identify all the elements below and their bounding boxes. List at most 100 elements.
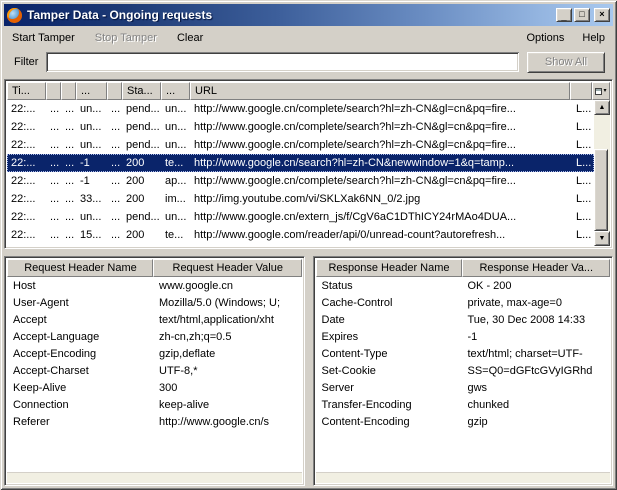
table-row[interactable]: 22:......... un...... pend... un... http://w…	[7, 208, 594, 226]
cell-content-type: un...	[165, 139, 187, 151]
cell-url: http://www.google.cn/complete/search?hl=…	[194, 175, 516, 187]
header-name: Content-Encoding	[321, 415, 410, 428]
column-header-request-value[interactable]: Request Header Value	[153, 259, 302, 277]
request-headers-panel: Request Header Name Request Header Value…	[4, 256, 305, 486]
column-picker-icon	[595, 87, 603, 95]
list-item[interactable]: Transfer-Encoding chunked	[316, 396, 611, 413]
scrollbar-track[interactable]	[594, 115, 610, 231]
menu-start-tamper[interactable]: Start Tamper	[12, 32, 75, 44]
column-header-load-flags[interactable]	[570, 82, 592, 100]
title-bar[interactable]: Tamper Data - Ongoing requests _ □ ×	[4, 4, 613, 26]
cell-total-duration: ...	[65, 193, 75, 205]
filter-label: Filter	[14, 56, 39, 68]
table-row-selected[interactable]: 22:......... -1... 200 te... http://www.goog…	[7, 154, 594, 172]
request-headers-header: Request Header Name Request Header Value	[7, 259, 302, 277]
header-name: Date	[321, 313, 345, 326]
cell-status: 200	[126, 229, 145, 241]
table-row[interactable]: 22:......... 33...... 200 im... http://img.y…	[7, 190, 594, 208]
horizontal-scrollbar[interactable]	[7, 472, 302, 483]
filter-input[interactable]	[46, 52, 519, 72]
cell-status: pend...	[126, 103, 160, 115]
cell-total-duration: ...	[65, 157, 75, 169]
menu-stop-tamper: Stop Tamper	[94, 31, 157, 44]
cell-time: 22:...	[11, 175, 36, 187]
column-header-content-type[interactable]: ...	[161, 82, 190, 100]
list-item[interactable]: Host www.google.cn	[7, 277, 302, 294]
column-header-duration[interactable]	[46, 82, 61, 100]
list-item[interactable]: Content-Encoding gzip	[316, 413, 611, 430]
list-item[interactable]: Content-Type text/html; charset=UTF-	[316, 345, 611, 362]
column-header-total-duration[interactable]	[61, 82, 76, 100]
list-item[interactable]: Set-Cookie SS=Q0=dGFtcGVyIGRhd	[316, 362, 611, 379]
cell-load-flags: L...	[576, 157, 592, 169]
header-value: gws	[467, 381, 488, 394]
list-item[interactable]: Accept-Encoding gzip,deflate	[7, 345, 302, 362]
table-row[interactable]: 22:......... un...... pend... un... http://w…	[7, 100, 594, 118]
maximize-icon: □	[579, 9, 585, 20]
header-value: keep-alive	[159, 398, 210, 411]
cell-method: ...	[111, 229, 121, 241]
response-headers-header: Response Header Name Response Header Va.…	[315, 259, 610, 277]
cell-load-flags: L...	[576, 121, 592, 133]
list-item[interactable]: Connection keep-alive	[7, 396, 302, 413]
list-item[interactable]: Keep-Alive 300	[7, 379, 302, 396]
column-header-size[interactable]: ...	[76, 82, 107, 100]
header-name: Cache-Control	[321, 296, 393, 309]
list-item[interactable]: Accept-Charset UTF-8,*	[7, 362, 302, 379]
list-item[interactable]: Referer http://www.google.cn/s	[7, 413, 302, 430]
cell-size: un...	[80, 103, 102, 115]
close-button[interactable]: ×	[594, 8, 610, 22]
list-item[interactable]: Date Tue, 30 Dec 2008 14:33	[316, 311, 611, 328]
arrow-up-icon: ▲	[598, 104, 606, 111]
list-item[interactable]: Server gws	[316, 379, 611, 396]
list-item[interactable]: Status OK - 200	[316, 277, 611, 294]
cell-duration: ...	[50, 229, 60, 241]
scrollbar-thumb[interactable]	[594, 149, 608, 231]
cell-status: 200	[126, 175, 145, 187]
column-header-time[interactable]: Ti...	[7, 82, 46, 100]
table-row[interactable]: 22:......... un...... pend... un... http://w…	[7, 118, 594, 136]
scroll-down-button[interactable]: ▼	[594, 231, 610, 246]
cell-size: 33...	[80, 193, 102, 205]
cell-status: pend...	[126, 121, 160, 133]
cell-total-duration: ...	[65, 139, 75, 151]
maximize-button[interactable]: □	[574, 8, 590, 22]
column-picker-button[interactable]: ▾	[592, 82, 610, 100]
list-item[interactable]: Accept-Language zh-cn,zh;q=0.5	[7, 328, 302, 345]
cell-duration: ...	[50, 211, 60, 223]
column-header-status[interactable]: Sta...	[122, 82, 161, 100]
header-name: Connection	[13, 398, 69, 411]
vertical-scrollbar[interactable]: ▲ ▼	[594, 100, 610, 246]
column-header-method[interactable]	[107, 82, 122, 100]
table-row[interactable]: 22:......... un...... pend... un... http://w…	[7, 136, 594, 154]
list-item[interactable]: Cache-Control private, max-age=0	[316, 294, 611, 311]
scroll-up-button[interactable]: ▲	[594, 100, 610, 115]
table-row[interactable]: 22:......... -1... 200 ap... http://www.goog…	[7, 172, 594, 190]
minimize-icon: _	[561, 12, 567, 23]
arrow-down-icon: ▼	[598, 235, 606, 242]
header-value: text/html,application/xht	[159, 313, 274, 326]
header-name: Server	[321, 381, 354, 394]
column-header-request-name[interactable]: Request Header Name	[7, 259, 153, 277]
tamper-data-window: Tamper Data - Ongoing requests _ □ × Sta…	[0, 0, 617, 490]
menu-clear[interactable]: Clear	[177, 32, 203, 44]
column-header-url[interactable]: URL	[190, 82, 570, 100]
menu-options[interactable]: Options	[526, 32, 564, 44]
cell-load-flags: L...	[576, 229, 592, 241]
list-item[interactable]: Expires -1	[316, 328, 611, 345]
horizontal-scrollbar[interactable]	[315, 472, 610, 483]
cell-url: http://www.google.cn/complete/search?hl=…	[194, 139, 516, 151]
menu-help[interactable]: Help	[582, 32, 605, 44]
cell-content-type: un...	[165, 103, 187, 115]
minimize-button[interactable]: _	[556, 8, 572, 22]
response-headers-rows: Status OK - 200 Cache-Control private, max…	[316, 277, 611, 472]
cell-duration: ...	[50, 139, 60, 151]
table-row[interactable]: 22:......... 15...... 200 te... http://www.g…	[7, 226, 594, 244]
header-name: Accept-Language	[13, 330, 100, 343]
column-header-response-value[interactable]: Response Header Va...	[461, 259, 610, 277]
cell-method: ...	[111, 139, 121, 151]
column-header-response-name[interactable]: Response Header Name	[315, 259, 462, 277]
list-item[interactable]: Accept text/html,application/xht	[7, 311, 302, 328]
list-item[interactable]: User-Agent Mozilla/5.0 (Windows; U;	[7, 294, 302, 311]
cell-url: http://www.google.cn/complete/search?hl=…	[194, 103, 516, 115]
